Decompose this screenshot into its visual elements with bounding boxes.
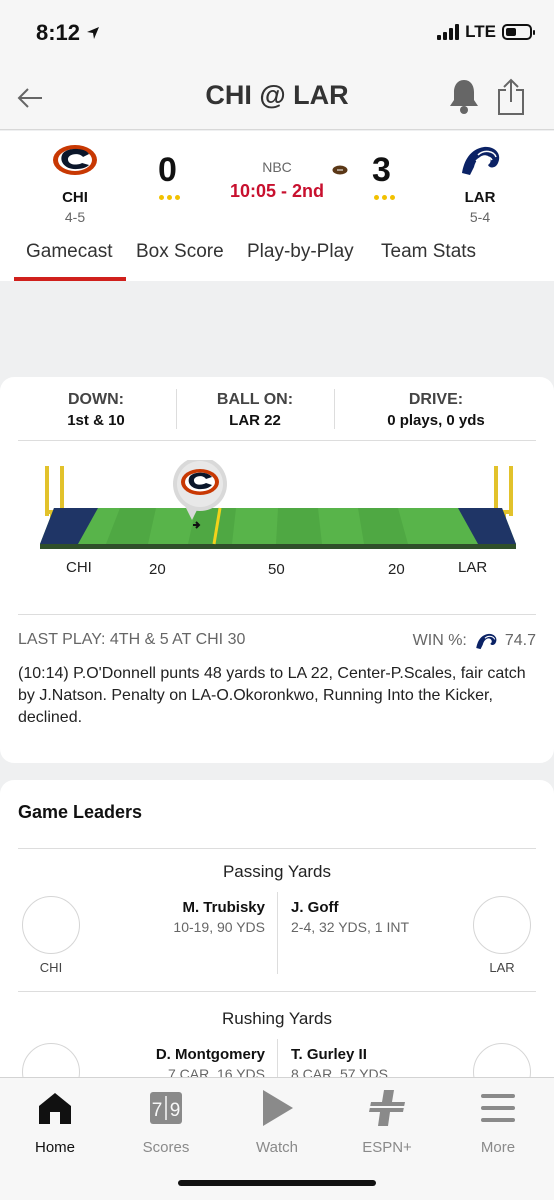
field-graphic (40, 460, 516, 549)
yard-label-20-right: 20 (388, 561, 405, 578)
drive-label: DRIVE: (408, 391, 464, 408)
divider (277, 892, 278, 974)
rushing-yards-heading: Rushing Yards (222, 1009, 332, 1028)
bell-icon[interactable] (448, 78, 480, 114)
home-score: 3 (372, 151, 391, 189)
divider (18, 614, 536, 615)
home-team-abbr: LAR (464, 189, 496, 206)
scores-icon-text: 9 (170, 1100, 181, 1121)
down-label: DOWN: (68, 391, 124, 408)
last-play-description: (10:14) P.O'Donnell punts 48 yards to LA… (18, 665, 526, 726)
active-tab-indicator (14, 277, 126, 281)
win-probability[interactable]: WIN %: 74.7 (413, 631, 536, 651)
status-bar: 8:12 LTE (0, 0, 554, 68)
away-passing-leader[interactable]: M. Trubisky (182, 899, 265, 916)
tab-gamecast[interactable]: Gamecast (26, 241, 113, 263)
yard-label-20-left: 20 (149, 561, 166, 578)
home-rushing-leader[interactable]: T. Gurley II (291, 1046, 367, 1063)
game-leaders-card: Game Leaders Passing Yards CHI M. Trubis… (0, 780, 554, 1101)
scores-icon: 7 9 (150, 1092, 182, 1124)
divider (176, 389, 177, 429)
away-leader-team: CHI (39, 960, 63, 975)
drive-value: 0 plays, 0 yds (387, 412, 485, 429)
divider (18, 991, 536, 992)
game-tabs: Gamecast Box Score Play-by-Play Team Sta… (0, 231, 554, 281)
status-indicators: LTE (437, 22, 535, 42)
win-pct-label: WIN %: (412, 632, 467, 649)
tabbar-scores[interactable]: 7 9 Scores (121, 1088, 211, 1156)
tab-play-by-play[interactable]: Play-by-Play (247, 241, 354, 263)
home-icon (39, 1093, 71, 1124)
drive-block: DRIVE: 0 plays, 0 yds (356, 391, 516, 429)
battery-icon (502, 24, 535, 40)
home-timeouts (374, 195, 395, 200)
divider (18, 440, 536, 441)
tabbar-scores-label: Scores (142, 1139, 190, 1156)
nav-bar: CHI @ LAR (0, 68, 554, 130)
away-passing-stat: 10-19, 90 YDS (173, 919, 265, 935)
espn-plus-icon (369, 1090, 405, 1126)
ball-on-label: BALL ON: (216, 391, 294, 408)
passing-yards-heading: Passing Yards (222, 862, 332, 881)
location-arrow-icon (87, 27, 100, 39)
rams-logo-icon (462, 146, 500, 175)
ball-on-value: LAR 22 (229, 412, 281, 429)
tab-team-stats[interactable]: Team Stats (381, 241, 476, 263)
turf-stripe (276, 508, 322, 544)
last-play-label: LAST PLAY: 4TH & 5 AT CHI 30 (18, 631, 246, 648)
home-passing-stat: 2-4, 32 YDS, 1 INT (291, 919, 410, 935)
tabbar-watch-label: Watch (256, 1139, 298, 1156)
home-indicator[interactable] (178, 1180, 376, 1186)
home-team[interactable]: LAR 5-4 (450, 143, 510, 225)
divider (334, 389, 335, 429)
away-rushing-leader[interactable]: D. Montgomery (156, 1046, 265, 1063)
field-left-team: CHI (66, 559, 92, 576)
scores-icon-text: 7 (152, 1100, 163, 1121)
away-leader-avatar[interactable] (22, 896, 80, 954)
play-icon (263, 1090, 293, 1126)
home-team-record: 5-4 (469, 209, 491, 225)
divider (18, 848, 536, 849)
home-passing-leader[interactable]: J. Goff (291, 899, 339, 916)
tabbar-more[interactable]: More (453, 1088, 543, 1156)
yard-label-50: 50 (268, 561, 285, 578)
tabbar-more-label: More (480, 1139, 516, 1156)
game-leaders-title: Game Leaders (18, 802, 143, 822)
tabbar-watch[interactable]: Watch (232, 1088, 322, 1156)
status-time: 8:12 (36, 20, 100, 46)
home-leader-avatar[interactable] (473, 896, 531, 954)
network-type: LTE (465, 22, 496, 41)
scoreboard: CHI 4-5 0 NBC 10:05 - 2nd 3 LAR 5-4 Game… (0, 131, 554, 281)
tabbar-home[interactable]: Home (10, 1088, 100, 1156)
rams-logo-icon (476, 633, 497, 650)
tabbar-espn-plus-label: ESPN+ (362, 1139, 412, 1156)
away-team-record: 4-5 (64, 209, 86, 225)
ball-on-block: BALL ON: LAR 22 (190, 391, 320, 429)
home-leader-team: LAR (489, 960, 515, 975)
possession-football-icon (332, 165, 348, 175)
tabbar-home-label: Home (34, 1139, 75, 1156)
down-block: DOWN: 1st & 10 (40, 391, 152, 429)
win-pct-value: 74.7 (504, 632, 536, 649)
tabbar-espn-plus[interactable]: ESPN+ (342, 1088, 432, 1156)
down-value: 1st & 10 (67, 412, 125, 429)
menu-icon (481, 1094, 515, 1122)
signal-icon (437, 24, 460, 40)
field-edge (40, 544, 516, 549)
field-right-team: LAR (458, 559, 488, 576)
share-icon[interactable] (496, 78, 526, 116)
tab-box-score[interactable]: Box Score (136, 241, 224, 263)
